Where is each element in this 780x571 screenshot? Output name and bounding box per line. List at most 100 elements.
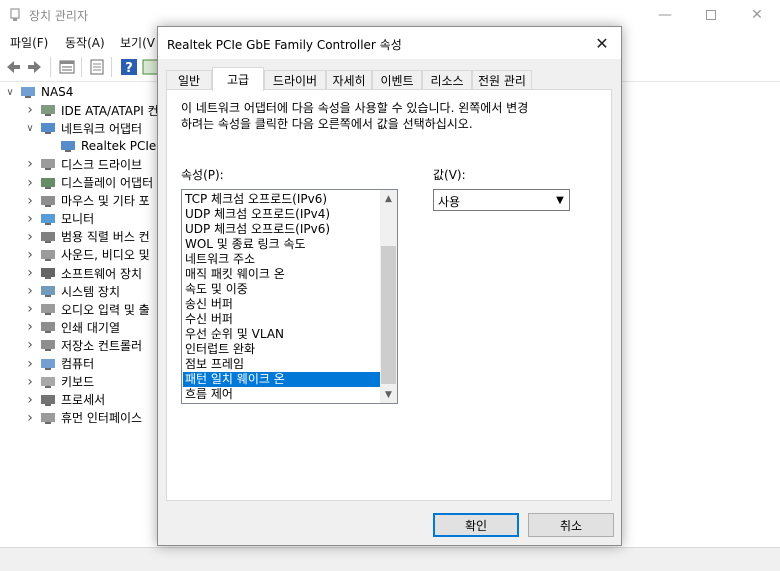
- device-tree-label: 마우스 및 기타 포: [61, 194, 150, 209]
- device-tree-item[interactable]: › 키보드: [24, 373, 94, 391]
- menu-action[interactable]: 동작(A): [65, 34, 105, 51]
- property-list-item[interactable]: WOL 및 종료 링크 속도: [183, 237, 380, 252]
- computer-icon: [20, 85, 36, 99]
- ide-controller-icon: [40, 103, 56, 117]
- chevron-right-icon[interactable]: ›: [24, 282, 36, 300]
- chevron-right-icon[interactable]: ›: [24, 192, 36, 210]
- document-icon[interactable]: [88, 58, 106, 76]
- property-list-item[interactable]: 네트워크 주소: [183, 252, 380, 267]
- back-arrow-icon[interactable]: [4, 58, 22, 76]
- chevron-right-icon[interactable]: ›: [24, 300, 36, 318]
- property-list-item[interactable]: 속도 및 이중: [183, 282, 380, 297]
- device-tree-item[interactable]: › 모니터: [24, 210, 94, 228]
- device-tree-item[interactable]: ∨ NAS4: [4, 83, 73, 101]
- menu-view[interactable]: 보기(V: [120, 34, 155, 51]
- property-list-scrollbar[interactable]: ▲ ▼: [380, 190, 397, 403]
- software-device-icon: [40, 266, 56, 280]
- chevron-right-icon[interactable]: ›: [24, 101, 36, 119]
- help-icon[interactable]: ?: [120, 58, 138, 76]
- audio-io-icon: [40, 302, 56, 316]
- property-label: 속성(P):: [181, 168, 224, 182]
- tab-details[interactable]: 자세히: [326, 70, 372, 90]
- device-tree-label: 소프트웨어 장치: [61, 266, 143, 281]
- property-list-item[interactable]: 인터럽트 완화: [183, 342, 380, 357]
- speaker-icon: [40, 248, 56, 262]
- property-list-item[interactable]: 송신 버퍼: [183, 297, 380, 312]
- tab-advanced[interactable]: 고급: [212, 67, 264, 91]
- chevron-right-icon[interactable]: ›: [24, 336, 36, 354]
- device-tree-item[interactable]: › 컴퓨터: [24, 355, 94, 373]
- keyboard-icon: [40, 375, 56, 389]
- device-tree-item[interactable]: Realtek PCIe G: [44, 137, 160, 155]
- properties-dialog: Realtek PCIe GbE Family Controller 속성 ✕ …: [157, 26, 622, 546]
- property-list-item[interactable]: 점보 프레임: [183, 357, 380, 372]
- properties-sheet-icon[interactable]: [58, 58, 76, 76]
- device-tree-item[interactable]: › 오디오 입력 및 출: [24, 300, 150, 318]
- tab-driver[interactable]: 드라이버: [264, 70, 326, 90]
- device-tree-item[interactable]: › 마우스 및 기타 포: [24, 192, 150, 210]
- property-list-item[interactable]: 패턴 일치 웨이크 온: [183, 372, 380, 387]
- scroll-up-button[interactable]: ▲: [380, 190, 397, 207]
- device-tree-label: NAS4: [41, 85, 74, 99]
- tab-description: 이 네트워크 어댑터에 다음 속성을 사용할 수 있습니다. 왼쪽에서 변경 하…: [181, 100, 601, 132]
- scroll-down-button[interactable]: ▼: [380, 386, 397, 403]
- status-bar: [0, 547, 780, 571]
- property-listbox[interactable]: TCP 체크섬 오프로드(IPv6) UDP 체크섬 오프로드(IPv4) UDP …: [181, 189, 398, 404]
- property-list-item[interactable]: TCP 체크섬 오프로드(IPv6): [183, 192, 380, 207]
- cancel-button[interactable]: 취소: [528, 513, 614, 537]
- tab-power-management[interactable]: 전원 관리: [472, 70, 532, 90]
- maximize-button[interactable]: [688, 0, 734, 30]
- tab-events[interactable]: 이벤트: [372, 70, 422, 90]
- tab-general[interactable]: 일반: [166, 70, 212, 90]
- chevron-right-icon[interactable]: ›: [24, 373, 36, 391]
- system-device-icon: [40, 284, 56, 298]
- device-tree-item[interactable]: › 휴먼 인터페이스: [24, 409, 142, 427]
- chevron-down-icon[interactable]: ∨: [4, 83, 16, 101]
- device-tree-item[interactable]: › 범용 직렬 버스 컨: [24, 228, 150, 246]
- device-tree-item[interactable]: › 인쇄 대기열: [24, 318, 120, 336]
- chevron-right-icon[interactable]: ›: [24, 155, 36, 173]
- chevron-down-icon[interactable]: ∨: [24, 119, 36, 137]
- device-tree-item[interactable]: › 소프트웨어 장치: [24, 264, 142, 282]
- device-tree-item[interactable]: › 프로세서: [24, 391, 105, 409]
- menu-file[interactable]: 파일(F): [10, 34, 48, 51]
- chevron-right-icon[interactable]: ›: [24, 409, 36, 427]
- property-list-item[interactable]: 흐름 제어: [183, 387, 380, 402]
- printer-icon: [40, 320, 56, 334]
- device-tree-item[interactable]: › 사운드, 비디오 및: [24, 246, 150, 264]
- chevron-right-icon[interactable]: ›: [24, 246, 36, 264]
- chevron-right-icon[interactable]: ›: [24, 228, 36, 246]
- scroll-thumb[interactable]: [381, 246, 396, 384]
- chevron-right-icon[interactable]: ›: [24, 355, 36, 373]
- property-list-item[interactable]: UDP 체크섬 오프로드(IPv4): [183, 207, 380, 222]
- advanced-tab-panel: 이 네트워크 어댑터에 다음 속성을 사용할 수 있습니다. 왼쪽에서 변경 하…: [166, 89, 612, 501]
- device-tree-item[interactable]: › 디스플레이 어댑터: [24, 174, 153, 192]
- tab-resources[interactable]: 리소스: [422, 70, 472, 90]
- chevron-right-icon[interactable]: ›: [24, 391, 36, 409]
- property-list-item[interactable]: 매직 패킷 웨이크 온: [183, 267, 380, 282]
- property-list-item[interactable]: 수신 버퍼: [183, 312, 380, 327]
- device-tree-label: 프로세서: [61, 393, 106, 408]
- network-adapter-icon: [60, 139, 76, 153]
- device-tree-item[interactable]: › IDE ATA/ATAPI 컨: [24, 101, 158, 119]
- property-list-item[interactable]: UDP 체크섬 오프로드(IPv6): [183, 222, 380, 237]
- device-tree-item[interactable]: ∨ 네트워크 어댑터: [24, 119, 142, 137]
- mouse-icon: [40, 194, 56, 208]
- dialog-close-button[interactable]: ✕: [589, 31, 615, 55]
- forward-arrow-icon[interactable]: [26, 58, 44, 76]
- minimize-button[interactable]: —: [642, 0, 688, 30]
- processor-icon: [40, 393, 56, 407]
- device-tree-item[interactable]: › 디스크 드라이브: [24, 155, 142, 173]
- dropdown-arrow-button[interactable]: ▼: [551, 190, 569, 210]
- chevron-right-icon[interactable]: ›: [24, 210, 36, 228]
- device-tree-item[interactable]: › 저장소 컨트롤러: [24, 336, 142, 354]
- chevron-right-icon[interactable]: ›: [24, 264, 36, 282]
- chevron-right-icon[interactable]: ›: [24, 318, 36, 336]
- ok-button[interactable]: 확인: [433, 513, 519, 537]
- device-manager-app-icon: [10, 8, 20, 21]
- value-dropdown[interactable]: 사용 ▼: [433, 189, 570, 211]
- close-window-button[interactable]: ✕: [734, 0, 780, 30]
- device-tree-item[interactable]: › 시스템 장치: [24, 282, 120, 300]
- chevron-right-icon[interactable]: ›: [24, 174, 36, 192]
- property-list-item[interactable]: 우선 순위 및 VLAN: [183, 327, 380, 342]
